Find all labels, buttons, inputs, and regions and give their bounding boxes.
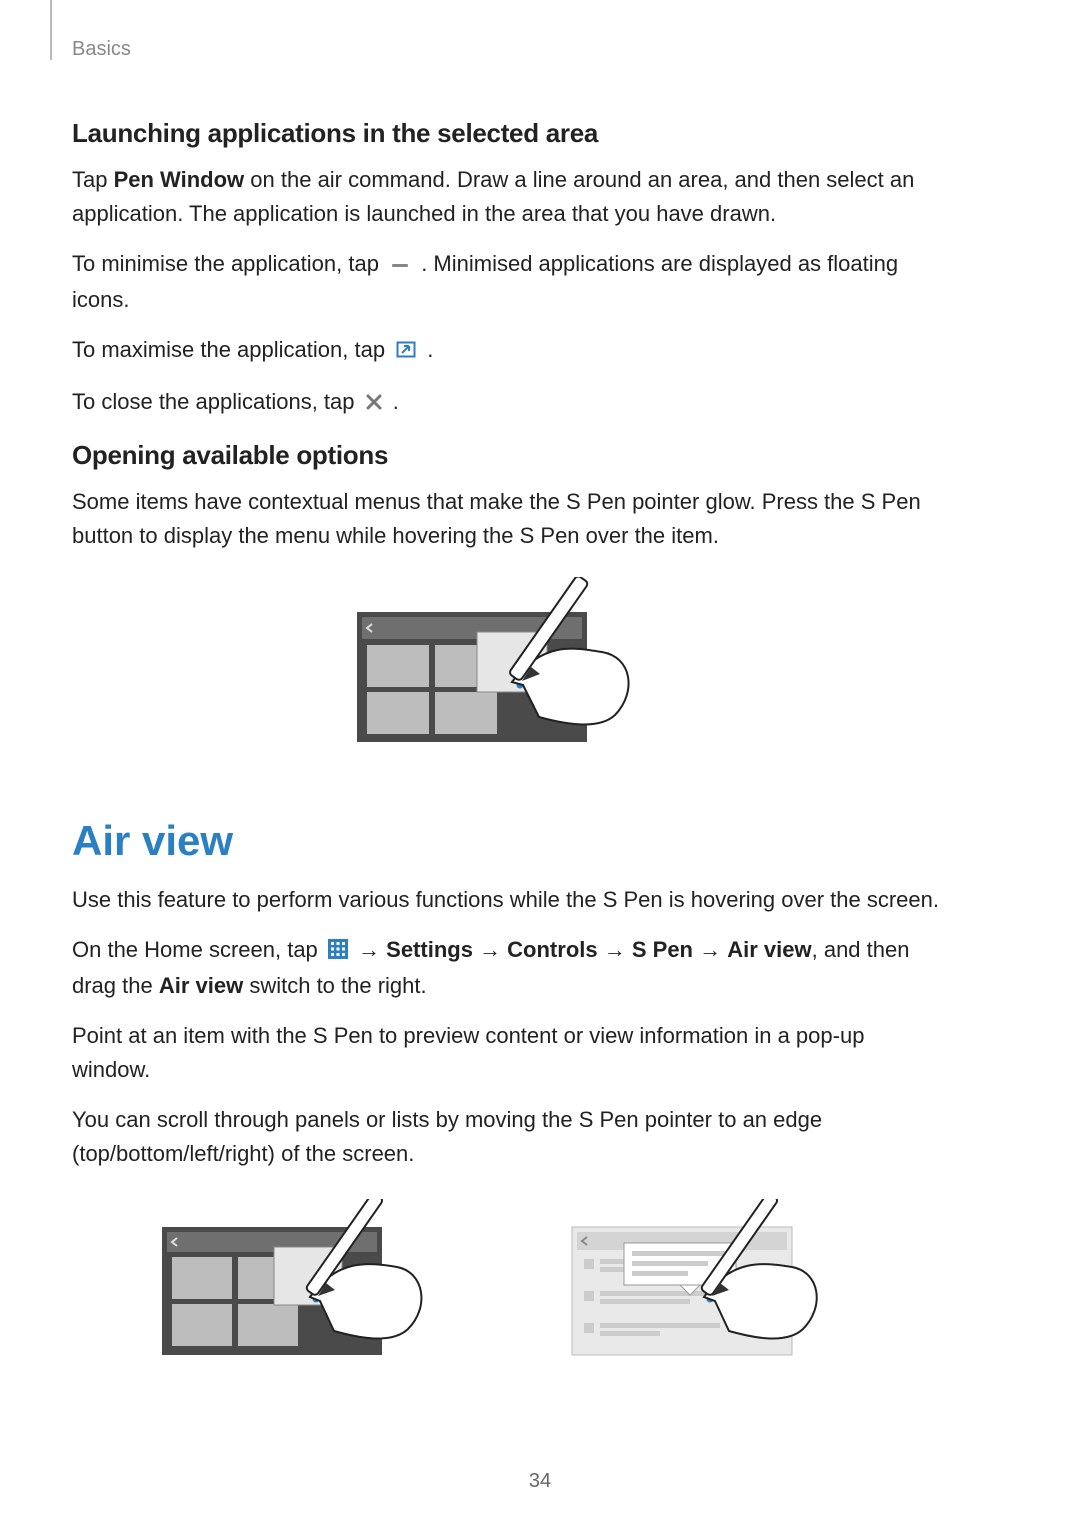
paragraph: To maximise the application, tap . — [72, 333, 942, 369]
maximise-icon — [395, 335, 417, 369]
paragraph: Tap Pen Window on the air command. Draw … — [72, 163, 942, 231]
bold-pen-window: Pen Window — [114, 167, 245, 192]
paragraph: To minimise the application, tap . Minim… — [72, 247, 942, 317]
illustration-preview-list — [562, 1199, 862, 1374]
paragraph: To close the applications, tap . — [72, 385, 942, 421]
paragraph: Some items have contextual menus that ma… — [72, 485, 942, 553]
illustration-hover-menu — [72, 577, 942, 757]
illustration-preview-tile — [152, 1199, 452, 1374]
page-number: 34 — [0, 1470, 1080, 1493]
heading-options: Opening available options — [72, 440, 942, 471]
heading-launching: Launching applications in the selected a… — [72, 118, 942, 149]
header-divider — [50, 0, 52, 60]
paragraph: Point at an item with the S Pen to previ… — [72, 1019, 942, 1087]
apps-grid-icon — [328, 935, 348, 969]
paragraph: On the Home screen, tap → Settings → Con… — [72, 933, 942, 1003]
close-icon — [365, 387, 383, 421]
page-content: Launching applications in the selected a… — [72, 100, 942, 1374]
heading-air-view: Air view — [72, 817, 942, 865]
breadcrumb: Basics — [72, 38, 131, 61]
paragraph: You can scroll through panels or lists b… — [72, 1103, 942, 1171]
paragraph: Use this feature to perform various func… — [72, 883, 942, 917]
minimise-icon — [389, 249, 411, 283]
